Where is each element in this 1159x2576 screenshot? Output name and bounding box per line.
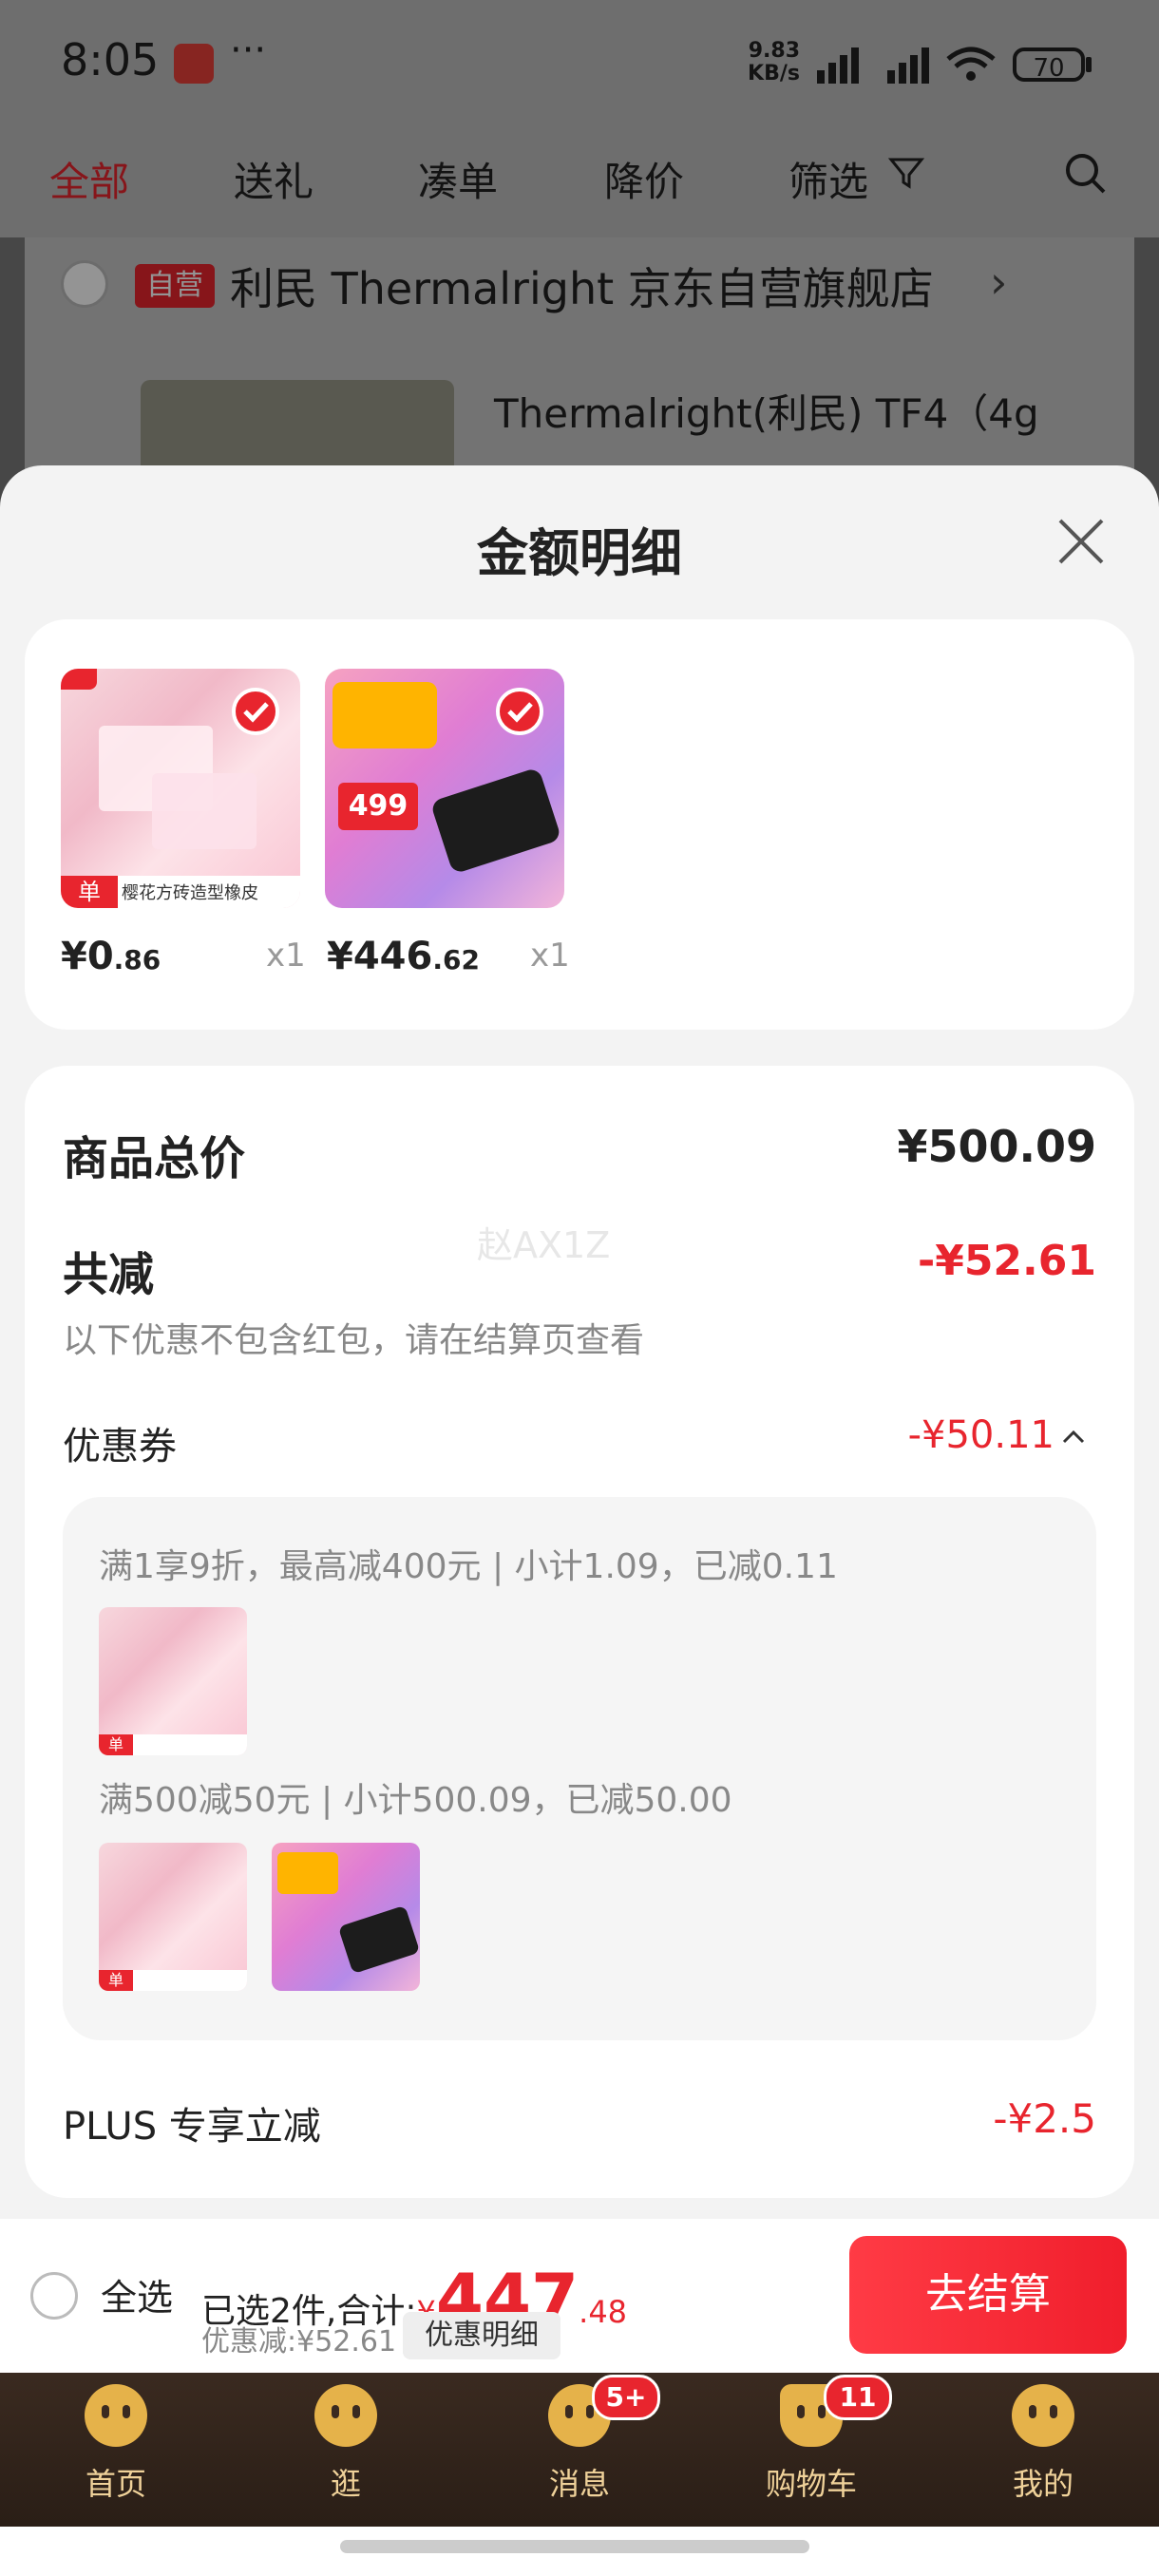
watermark: 赵AX1Z [477, 1224, 611, 1266]
browse-icon [314, 2384, 377, 2447]
ssd-shape [429, 767, 562, 875]
coupon-label: 优惠券 [63, 1425, 177, 1468]
item-qty-2: x1 [530, 937, 570, 975]
thumb-tag: 单 [99, 1970, 133, 1991]
total-label: 商品总价 [63, 1132, 246, 1185]
selected-check-icon[interactable] [232, 688, 279, 735]
thumb-sticker [277, 1852, 338, 1894]
item-qty: x1 [266, 937, 306, 975]
thumb-tag: 单 [99, 1734, 133, 1755]
coupon-rule-1: 满1享9折，最高减400元 | 小计1.09，已减0.11 [99, 1547, 838, 1586]
coupon-value[interactable]: -¥50.11 [779, 1413, 1054, 1457]
home-indicator[interactable] [340, 2540, 809, 2553]
reduce-note: 以下优惠不包含红包，请在结算页查看 [63, 1321, 645, 1360]
profile-icon [1012, 2384, 1074, 2447]
item-price: ¥0.86 [61, 935, 161, 978]
message-badge: 5+ [592, 2375, 660, 2420]
nav-label: 逛 [330, 2466, 361, 2502]
nav-label: 消息 [548, 2466, 610, 2502]
promo-sticker [332, 682, 437, 748]
eraser-shape-2 [152, 773, 256, 849]
nav-profile[interactable]: 我的 [967, 2384, 1119, 2504]
chevron-up-icon[interactable] [1060, 1427, 1087, 1446]
message-icon: 5+ [548, 2375, 660, 2447]
thumb-ssd [337, 1904, 420, 1975]
coupon-rule-2: 满500减50元 | 小计500.09，已减50.00 [99, 1781, 732, 1820]
coupon-product-thumb-2: 单 [99, 1843, 247, 1991]
promo-price: 499 [338, 783, 418, 830]
nav-browse[interactable]: 逛 [270, 2384, 422, 2504]
checkout-button[interactable]: 去结算 [849, 2236, 1127, 2354]
home-icon [85, 2384, 147, 2447]
image-caption: 樱花方砖造型橡皮 [122, 883, 258, 903]
price-decimal: .86 [113, 944, 162, 975]
nav-messages[interactable]: 5+ 消息 [504, 2375, 660, 2504]
reduce-label: 共减 [63, 1248, 155, 1301]
total-value: ¥500.09 [897, 1121, 1096, 1172]
selected-check-icon-2[interactable] [496, 688, 543, 735]
coupon-product-thumb: 单 [99, 1607, 247, 1755]
price-decimal: .62 [432, 944, 480, 975]
nav-label: 购物车 [765, 2466, 857, 2502]
plus-value: -¥2.5 [993, 2095, 1096, 2142]
cart-icon: 11 [780, 2375, 892, 2447]
select-all-radio[interactable] [30, 2272, 78, 2320]
nav-label: 我的 [1012, 2466, 1074, 2502]
coupon-product-thumb-3 [272, 1843, 420, 1991]
sheet-title: 金额明细 [477, 523, 682, 583]
plus-label: PLUS 专享立减 [63, 2105, 321, 2149]
price-int: ¥0 [61, 935, 114, 978]
select-all-label[interactable]: 全选 [101, 2268, 173, 2320]
discount-detail-button[interactable]: 优惠明细 [403, 2312, 560, 2359]
close-icon[interactable] [1053, 513, 1110, 570]
total-decimal: .48 [579, 2294, 628, 2330]
reduce-value: -¥52.61 [917, 1237, 1096, 1285]
nav-cart[interactable]: 11 购物车 [735, 2375, 892, 2504]
nav-home[interactable]: 首页 [40, 2384, 192, 2504]
cart-badge: 11 [824, 2375, 892, 2420]
discount-text: 优惠减:¥52.61 [201, 2325, 397, 2358]
image-tag: 单 [61, 876, 118, 908]
price-int: ¥446 [327, 935, 433, 978]
item-price-2: ¥446.62 [327, 935, 480, 978]
brand-logo [61, 669, 97, 690]
nav-label: 首页 [85, 2466, 146, 2502]
